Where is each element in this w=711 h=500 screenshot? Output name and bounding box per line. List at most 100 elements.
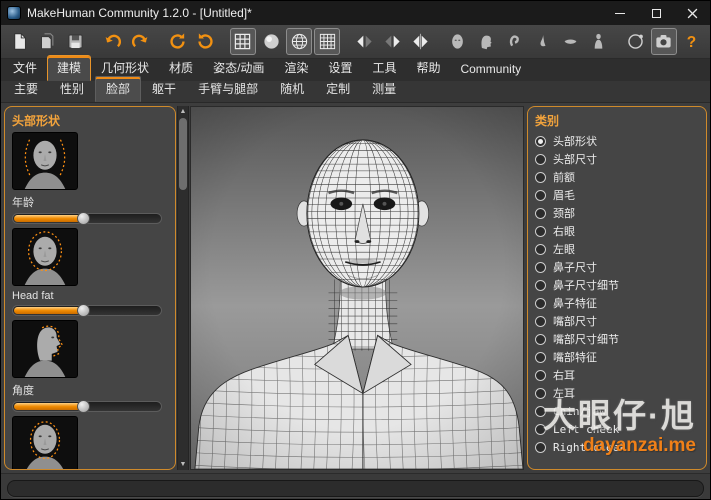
wireframe-button[interactable] bbox=[286, 28, 313, 55]
category-nose-size-details[interactable]: 鼻子尺寸细节 bbox=[535, 276, 699, 294]
category-head-shape[interactable]: 头部形状 bbox=[535, 132, 699, 150]
head-side-icon bbox=[481, 35, 493, 50]
radio-icon bbox=[535, 441, 546, 453]
main-content: 头部形状 年龄 Head fat 角度 ▲ ▼ 类别 头部形状 头部尺寸 前额 … bbox=[1, 103, 710, 473]
radio-icon bbox=[535, 369, 546, 381]
category-right-ear[interactable]: 右耳 bbox=[535, 366, 699, 384]
category-label: 前额 bbox=[553, 171, 575, 184]
viewport-3d[interactable] bbox=[190, 106, 524, 470]
undo-button[interactable] bbox=[99, 28, 125, 55]
tab-measure[interactable]: 测量 bbox=[361, 76, 407, 102]
symmetry-left-button[interactable] bbox=[351, 28, 377, 55]
minimize-button[interactable] bbox=[602, 1, 638, 25]
tab-random[interactable]: 随机 bbox=[269, 76, 315, 102]
reset-camera-button[interactable] bbox=[165, 28, 191, 55]
slider-knob[interactable] bbox=[76, 400, 90, 413]
category-mouth-features[interactable]: 嘴部特征 bbox=[535, 348, 699, 366]
tab-arms-legs[interactable]: 手臂与腿部 bbox=[187, 76, 269, 102]
view-face-button[interactable] bbox=[445, 28, 471, 55]
slider-knob[interactable] bbox=[76, 212, 90, 225]
category-right-cheek[interactable]: Right cheek bbox=[535, 438, 699, 456]
category-label: 嘴部尺寸 bbox=[553, 315, 597, 328]
save-button[interactable] bbox=[62, 28, 88, 55]
app-logo-icon bbox=[7, 6, 21, 20]
category-right-eye[interactable]: 右眼 bbox=[535, 222, 699, 240]
symmetry-both-button[interactable] bbox=[408, 28, 434, 55]
smooth-sphere-icon bbox=[263, 34, 279, 49]
radio-icon bbox=[535, 135, 546, 147]
screenshot-button[interactable] bbox=[650, 28, 677, 55]
radio-icon bbox=[535, 225, 546, 237]
slider-knob[interactable] bbox=[76, 304, 90, 317]
tab-gender[interactable]: 性别 bbox=[49, 76, 95, 102]
category-neck[interactable]: 颈部 bbox=[535, 204, 699, 222]
radio-icon bbox=[535, 279, 546, 291]
camera-icon bbox=[656, 34, 671, 48]
category-head-size[interactable]: 头部尺寸 bbox=[535, 150, 699, 168]
slider-age[interactable] bbox=[12, 212, 162, 225]
titlebar[interactable]: MakeHuman Community 1.2.0 - [Untitled]* bbox=[1, 1, 710, 25]
category-label: 鼻子尺寸细节 bbox=[553, 279, 619, 292]
tabbar: 主要 性别 脸部 躯干 手臂与腿部 随机 定制 测量 bbox=[1, 76, 710, 103]
category-mouth-size[interactable]: 嘴部尺寸 bbox=[535, 312, 699, 330]
maximize-button[interactable] bbox=[638, 1, 674, 25]
scroll-down-icon[interactable]: ▼ bbox=[180, 459, 187, 470]
category-label: 颈部 bbox=[553, 207, 575, 220]
radio-icon bbox=[535, 297, 546, 309]
help-icon: ? bbox=[687, 34, 696, 51]
category-left-ear[interactable]: 左耳 bbox=[535, 384, 699, 402]
save-icon bbox=[68, 34, 83, 49]
view-ear-button[interactable] bbox=[501, 28, 527, 55]
category-left-eye[interactable]: 左眼 bbox=[535, 240, 699, 258]
scroll-up-icon[interactable]: ▲ bbox=[180, 106, 187, 117]
scrollbar-thumb[interactable] bbox=[179, 118, 187, 190]
command-input[interactable] bbox=[7, 479, 704, 497]
modifier-thumb-angle[interactable] bbox=[12, 320, 78, 378]
radio-icon bbox=[535, 423, 546, 435]
modifier-thumb-oval[interactable] bbox=[12, 416, 78, 469]
reload-button[interactable] bbox=[193, 28, 219, 55]
slider-angle[interactable] bbox=[12, 400, 162, 413]
radio-icon bbox=[535, 171, 546, 183]
category-chin-jaw[interactable]: Chin/jaw bbox=[535, 402, 699, 420]
head-front-icon bbox=[452, 34, 464, 49]
category-mouth-size-details[interactable]: 嘴部尺寸细节 bbox=[535, 330, 699, 348]
redo-button[interactable] bbox=[128, 28, 154, 55]
tab-face[interactable]: 脸部 bbox=[95, 76, 142, 102]
subdivision-button[interactable] bbox=[314, 28, 341, 55]
load-button[interactable] bbox=[34, 28, 60, 55]
category-forehead[interactable]: 前额 bbox=[535, 168, 699, 186]
grid-button[interactable] bbox=[229, 28, 256, 55]
modifier-thumb-head-fat[interactable] bbox=[12, 228, 78, 286]
category-label: 头部尺寸 bbox=[553, 153, 597, 166]
modifier-age: 年龄 bbox=[12, 132, 168, 225]
view-body-button[interactable] bbox=[585, 28, 611, 55]
category-nose-features[interactable]: 鼻子特征 bbox=[535, 294, 699, 312]
refresh-cw-icon bbox=[170, 33, 185, 49]
category-label: Chin/jaw bbox=[553, 404, 606, 418]
menu-item-community[interactable]: Community bbox=[450, 58, 531, 81]
tab-torso[interactable]: 躯干 bbox=[141, 76, 187, 102]
view-mouth-button[interactable] bbox=[557, 28, 583, 55]
tab-main[interactable]: 主要 bbox=[3, 76, 49, 102]
category-eyebrows[interactable]: 眉毛 bbox=[535, 186, 699, 204]
menu-item-help[interactable]: 帮助 bbox=[406, 55, 450, 81]
modifier-thumb-age[interactable] bbox=[12, 132, 78, 190]
orbit-button[interactable] bbox=[623, 28, 649, 55]
view-nose-button[interactable] bbox=[529, 28, 555, 55]
slider-head-fat[interactable] bbox=[12, 304, 162, 317]
left-panel-scrollbar[interactable]: ▲ ▼ bbox=[177, 106, 189, 470]
tab-custom[interactable]: 定制 bbox=[315, 76, 361, 102]
category-label: 嘴部特征 bbox=[553, 351, 597, 364]
smooth-shading-button[interactable] bbox=[258, 28, 284, 55]
symmetry-right-button[interactable] bbox=[380, 28, 406, 55]
help-button[interactable]: ? bbox=[679, 28, 705, 55]
category-nose-size[interactable]: 鼻子尺寸 bbox=[535, 258, 699, 276]
view-side-button[interactable] bbox=[473, 28, 499, 55]
new-button[interactable] bbox=[6, 28, 32, 55]
category-label: 左眼 bbox=[553, 243, 575, 256]
viewport-mesh bbox=[191, 107, 523, 469]
modifier-list: 年龄 Head fat 角度 bbox=[12, 132, 168, 469]
category-left-cheek[interactable]: Left cheek bbox=[535, 420, 699, 438]
close-button[interactable] bbox=[674, 1, 710, 25]
